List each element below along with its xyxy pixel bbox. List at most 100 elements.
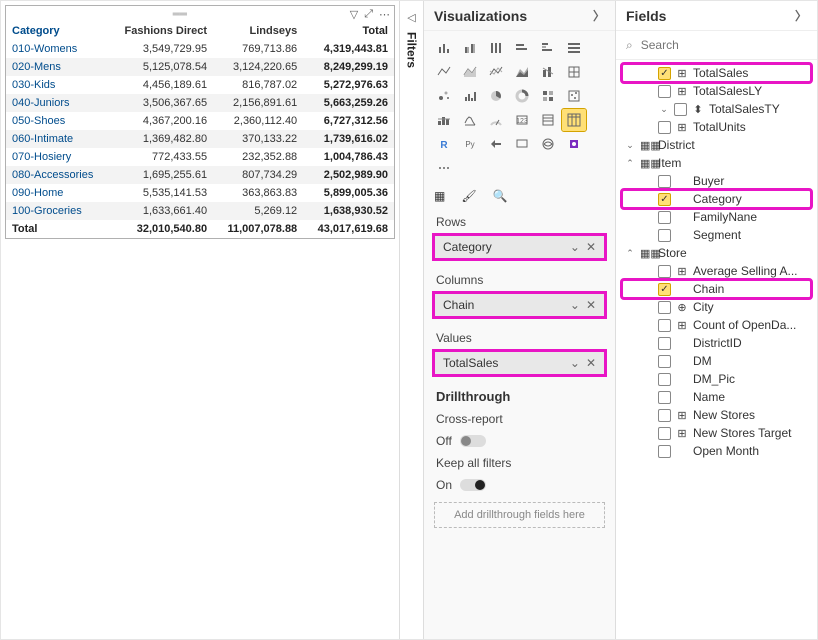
more-options-icon[interactable]: ⋯ — [379, 8, 390, 21]
viz-type-tile[interactable] — [458, 61, 482, 83]
matrix-header-cell[interactable]: Fashions Direct — [109, 22, 213, 40]
chevron-down-icon[interactable]: ⌄ — [570, 298, 580, 312]
table-row[interactable]: 040-Juniors3,506,367.652,156,891.615,663… — [6, 94, 394, 112]
field-checkbox[interactable] — [658, 391, 671, 404]
fields-field-node[interactable]: Count of OpenDa... — [622, 316, 811, 334]
viz-pane-header[interactable]: Visualizations 〉 — [424, 1, 615, 31]
viz-type-tile[interactable] — [562, 37, 586, 59]
table-row[interactable]: 080-Accessories1,695,255.61807,734.292,5… — [6, 166, 394, 184]
viz-type-tile[interactable] — [510, 61, 534, 83]
fields-table-node[interactable]: ⌃▦Item — [622, 154, 811, 172]
fields-field-node[interactable]: New Stores — [622, 406, 811, 424]
fields-field-node[interactable]: DM_Pic — [622, 370, 811, 388]
viz-type-tile[interactable] — [432, 85, 456, 107]
viz-type-tile[interactable] — [484, 109, 508, 131]
viz-type-tile[interactable] — [458, 85, 482, 107]
table-row[interactable]: 010-Womens3,549,729.95769,713.864,319,44… — [6, 40, 394, 58]
viz-type-tile[interactable] — [432, 157, 456, 179]
viz-type-tile[interactable] — [458, 37, 482, 59]
remove-icon[interactable]: ✕ — [586, 298, 596, 312]
viz-type-tile[interactable] — [536, 37, 560, 59]
cross-report-toggle[interactable] — [460, 435, 486, 447]
search-input[interactable] — [639, 37, 807, 53]
analytics-tab-icon[interactable]: 🔍 — [493, 189, 508, 203]
viz-type-tile[interactable] — [510, 133, 534, 155]
expander-icon[interactable]: ⌄ — [658, 104, 670, 115]
field-checkbox[interactable] — [658, 211, 671, 224]
viz-type-tile[interactable] — [484, 133, 508, 155]
fields-field-node[interactable]: City — [622, 298, 811, 316]
field-checkbox[interactable] — [658, 229, 671, 242]
field-checkbox[interactable] — [658, 175, 671, 188]
table-row[interactable]: 030-Kids4,456,189.61816,787.025,272,976.… — [6, 76, 394, 94]
field-checkbox[interactable]: ✓ — [658, 283, 671, 296]
fields-field-node[interactable]: ✓Category — [622, 190, 811, 208]
chevron-right-icon[interactable]: 〉 — [593, 7, 605, 24]
fields-field-node[interactable]: Average Selling A... — [622, 262, 811, 280]
fields-field-node[interactable]: New Stores Target — [622, 424, 811, 442]
fields-field-node[interactable]: FamilyNane — [622, 208, 811, 226]
viz-type-tile[interactable] — [484, 61, 508, 83]
fields-field-node[interactable]: DistrictID — [622, 334, 811, 352]
keep-filters-toggle[interactable] — [460, 479, 486, 491]
viz-type-tile[interactable] — [458, 109, 482, 131]
fields-pane-header[interactable]: Fields 〉 — [616, 1, 817, 31]
field-checkbox[interactable] — [658, 355, 671, 368]
viz-type-tile[interactable] — [536, 61, 560, 83]
chevron-right-icon[interactable]: 〉 — [795, 7, 807, 24]
expander-icon[interactable]: ⌃ — [624, 248, 636, 259]
fields-field-node[interactable]: Open Month — [622, 442, 811, 460]
viz-type-tile[interactable] — [510, 85, 534, 107]
viz-type-tile[interactable]: 123 — [510, 109, 534, 131]
columns-well[interactable]: Chain ⌄✕ — [434, 293, 605, 317]
viz-type-tile[interactable] — [510, 37, 534, 59]
fields-field-node[interactable]: Segment — [622, 226, 811, 244]
field-checkbox[interactable] — [658, 373, 671, 386]
remove-icon[interactable]: ✕ — [586, 240, 596, 254]
chevron-down-icon[interactable]: ⌄ — [570, 240, 580, 254]
chevron-down-icon[interactable]: ⌄ — [570, 356, 580, 370]
matrix-header-cell[interactable]: Category — [6, 22, 109, 40]
field-checkbox[interactable] — [658, 445, 671, 458]
viz-type-tile[interactable] — [562, 109, 586, 131]
viz-type-tile[interactable] — [432, 37, 456, 59]
field-checkbox[interactable] — [658, 85, 671, 98]
values-well[interactable]: TotalSales ⌄✕ — [434, 351, 605, 375]
focus-mode-icon[interactable]: ⤢ — [364, 8, 373, 21]
expander-icon[interactable]: ⌄ — [624, 140, 636, 151]
matrix-visual[interactable]: ══ ▽ ⤢ ⋯ CategoryFashions DirectLindseys… — [5, 5, 395, 239]
table-row[interactable]: 020-Mens5,125,078.543,124,220.658,249,29… — [6, 58, 394, 76]
add-drillthrough-well[interactable]: Add drillthrough fields here — [434, 502, 605, 528]
field-checkbox[interactable] — [658, 121, 671, 134]
filter-icon[interactable]: ▽ — [350, 8, 358, 21]
table-row[interactable]: 050-Shoes4,367,200.162,360,112.406,727,3… — [6, 112, 394, 130]
fields-table-node[interactable]: ⌄▦District — [622, 136, 811, 154]
field-checkbox[interactable] — [658, 409, 671, 422]
remove-icon[interactable]: ✕ — [586, 356, 596, 370]
drag-grip-icon[interactable]: ══ — [10, 9, 350, 20]
fields-field-node[interactable]: Buyer — [622, 172, 811, 190]
fields-field-node[interactable]: Name — [622, 388, 811, 406]
expand-left-icon[interactable]: ◁ — [407, 11, 415, 24]
field-checkbox[interactable] — [658, 427, 671, 440]
report-canvas[interactable]: ══ ▽ ⤢ ⋯ CategoryFashions DirectLindseys… — [1, 1, 399, 639]
viz-type-tile[interactable] — [562, 133, 586, 155]
field-checkbox[interactable] — [658, 265, 671, 278]
viz-type-tile[interactable] — [432, 109, 456, 131]
field-checkbox[interactable] — [658, 301, 671, 314]
fields-field-node[interactable]: ⌄TotalSalesTY — [622, 100, 811, 118]
field-checkbox[interactable] — [658, 337, 671, 350]
field-checkbox[interactable] — [674, 103, 687, 116]
field-checkbox[interactable] — [658, 319, 671, 332]
viz-type-tile[interactable] — [562, 61, 586, 83]
viz-type-tile[interactable] — [484, 37, 508, 59]
expander-icon[interactable]: ⌃ — [624, 158, 636, 169]
viz-type-tile[interactable] — [536, 109, 560, 131]
fields-tab-icon[interactable]: ▦ — [434, 189, 445, 203]
fields-field-node[interactable]: ✓TotalSales — [622, 64, 811, 82]
format-tab-icon[interactable]: 🖌 — [461, 189, 476, 203]
fields-field-node[interactable]: TotalSalesLY — [622, 82, 811, 100]
table-row[interactable]: 100-Groceries1,633,661.405,269.121,638,9… — [6, 202, 394, 220]
fields-field-node[interactable]: TotalUnits — [622, 118, 811, 136]
fields-table-node[interactable]: ⌃▦Store — [622, 244, 811, 262]
